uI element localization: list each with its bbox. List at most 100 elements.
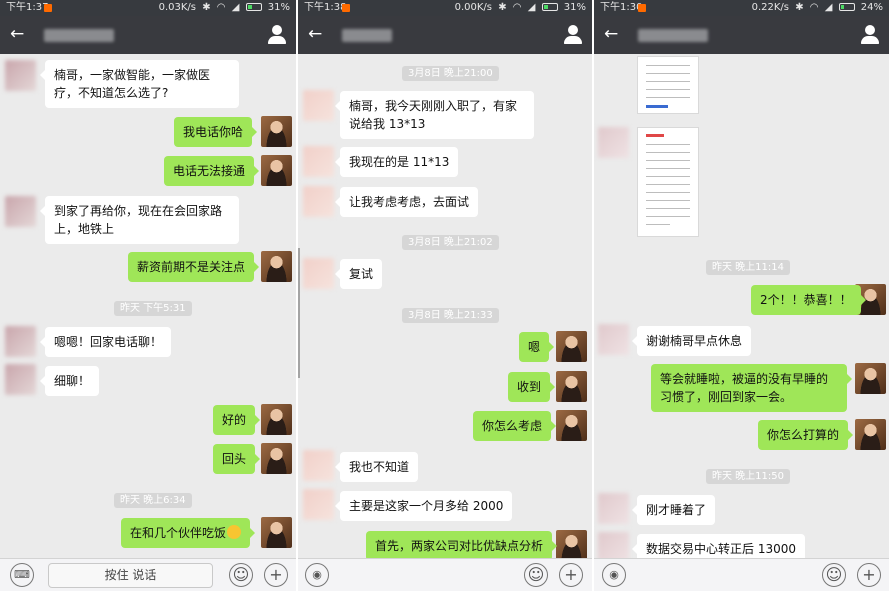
my-avatar[interactable]	[556, 530, 587, 561]
voice-icon[interactable]: ◉	[305, 563, 329, 587]
message-bubble: 嗯嗯！回家电话聊！	[39, 327, 172, 357]
message-bubble: 让我考虑考虑，去面试	[334, 187, 479, 217]
contact-avatar[interactable]	[303, 489, 334, 520]
contact-profile-icon[interactable]	[268, 25, 286, 45]
my-avatar[interactable]	[261, 251, 292, 282]
contact-avatar[interactable]	[303, 146, 334, 177]
hold-to-talk-button[interactable]: 按住 说话	[48, 563, 213, 588]
message-bubble: 你怎么考虑	[473, 411, 557, 441]
network-speed: 0.22K/s	[751, 2, 789, 13]
message-bubble: 2个！！恭喜！！	[751, 285, 866, 315]
contact-profile-icon[interactable]	[861, 25, 879, 45]
bluetooth-icon: ✱	[795, 2, 804, 13]
message-bubble: 薪资前期不是关注点	[128, 252, 260, 282]
status-bar: 下午1:37 0.03K/s ✱ ◠ ◢ 31%	[0, 0, 296, 16]
my-avatar[interactable]	[556, 331, 587, 362]
message-bubble: 嗯	[519, 332, 555, 362]
status-right: 0.00K/s ✱ ◠ ◢ 31%	[452, 0, 586, 16]
contact-name-blurred	[638, 29, 708, 42]
battery-level: 24%	[860, 2, 883, 13]
message-bubble: 楠哥，一家做智能，一家做医疗，不知道怎么选了?	[40, 60, 239, 108]
my-avatar[interactable]	[556, 371, 587, 402]
my-avatar[interactable]	[261, 155, 292, 186]
timestamp: 昨天 晚上6:34	[114, 493, 192, 508]
timestamp: 3月8日 晚上21:33	[402, 308, 499, 323]
signal-icon: ◢	[824, 2, 833, 13]
wifi-icon: ◠	[809, 2, 819, 13]
battery-icon	[838, 3, 855, 11]
message-bubble: 到家了再给你，现在在会回家路上，地铁上	[40, 196, 239, 244]
back-arrow-icon[interactable]: ←	[604, 24, 618, 44]
message-bubble: 回头	[213, 444, 261, 474]
back-arrow-icon[interactable]: ←	[10, 24, 24, 44]
contact-avatar[interactable]	[5, 60, 36, 91]
timestamp: 昨天 晚上11:14	[706, 260, 790, 275]
my-avatar[interactable]	[261, 517, 292, 548]
contact-avatar[interactable]	[303, 90, 334, 121]
timestamp: 昨天 下午5:31	[114, 301, 192, 316]
contact-avatar[interactable]	[303, 258, 334, 289]
message-text: 在和几个伙伴吃饭	[130, 526, 227, 540]
document-image[interactable]	[637, 56, 699, 114]
my-avatar[interactable]	[556, 410, 587, 441]
battery-level: 31%	[267, 2, 290, 13]
timestamp: 3月8日 晚上21:02	[402, 235, 499, 250]
contact-name-blurred	[342, 29, 392, 42]
message-bubble: 楠哥，我今天刚刚入职了，有家说给我 13*13	[335, 91, 534, 139]
contact-avatar[interactable]	[5, 196, 36, 227]
bluetooth-icon: ✱	[202, 2, 211, 13]
notification-icon	[638, 4, 646, 12]
message-bubble: 收到	[508, 372, 556, 402]
message-bubble: 我也不知道	[334, 452, 419, 482]
input-bar: ◉ ☺ +	[298, 558, 592, 591]
message-bubble: 刚才睡着了	[631, 495, 716, 525]
emoji-icon[interactable]: ☺	[524, 563, 548, 587]
contact-avatar[interactable]	[303, 450, 334, 481]
status-right: 0.22K/s ✱ ◠ ◢ 24%	[749, 0, 883, 16]
message-bubble: 好的	[213, 405, 261, 435]
status-time: 下午1:37	[6, 2, 49, 13]
document-image[interactable]	[637, 127, 699, 237]
chat-screen-3: 下午1:30 0.22K/s ✱ ◠ ◢ 24% ← 昨天 晚上11:14 2个…	[594, 0, 889, 591]
contact-avatar[interactable]	[5, 326, 36, 357]
battery-icon	[245, 3, 262, 11]
signal-icon: ◢	[231, 2, 240, 13]
smile-emoji-icon	[227, 525, 242, 539]
voice-icon[interactable]: ◉	[602, 563, 626, 587]
contact-avatar[interactable]	[5, 364, 36, 395]
chat-header: ←	[298, 16, 592, 54]
contact-avatar[interactable]	[598, 324, 629, 355]
status-right: 0.03K/s ✱ ◠ ◢ 31%	[156, 0, 290, 16]
plus-icon[interactable]: +	[857, 563, 881, 587]
message-bubble: 细聊！	[39, 366, 100, 396]
contact-profile-icon[interactable]	[564, 25, 582, 45]
contact-avatar[interactable]	[598, 493, 629, 524]
plus-icon[interactable]: +	[264, 563, 288, 587]
message-bubble: 复试	[334, 259, 383, 289]
my-avatar[interactable]	[855, 363, 886, 394]
message-bubble: 谢谢楠哥早点休息	[631, 326, 752, 356]
keyboard-icon[interactable]: ⌨	[10, 563, 34, 587]
notification-icon	[44, 4, 52, 12]
contact-avatar[interactable]	[303, 186, 334, 217]
message-bubble: 电话无法接通	[164, 156, 260, 186]
message-bubble: 首先，两家公司对比优缺点分析	[366, 531, 558, 561]
emoji-icon[interactable]: ☺	[822, 563, 846, 587]
emoji-icon[interactable]: ☺	[229, 563, 253, 587]
scrollbar[interactable]	[298, 248, 300, 378]
back-arrow-icon[interactable]: ←	[308, 24, 322, 44]
chat-header: ←	[594, 16, 889, 54]
my-avatar[interactable]	[855, 419, 886, 450]
input-bar: ⌨ 按住 说话 ☺ +	[0, 558, 296, 591]
status-time: 下午1:30	[600, 2, 643, 13]
chat-screen-2: 下午1:38 0.00K/s ✱ ◠ ◢ 31% ← 3月8日 晚上21:00 …	[298, 0, 592, 591]
message-bubble: 在和几个伙伴吃饭	[121, 518, 256, 548]
my-avatar[interactable]	[261, 443, 292, 474]
input-bar: ◉ ☺ +	[594, 558, 889, 591]
my-avatar[interactable]	[261, 116, 292, 147]
timestamp: 昨天 晚上11:50	[706, 469, 790, 484]
message-bubble: 等会就睡啦，被逼的没有早睡的习惯了，刚回到家一会。	[651, 364, 852, 412]
my-avatar[interactable]	[261, 404, 292, 435]
plus-icon[interactable]: +	[559, 563, 583, 587]
contact-avatar[interactable]	[598, 127, 629, 158]
